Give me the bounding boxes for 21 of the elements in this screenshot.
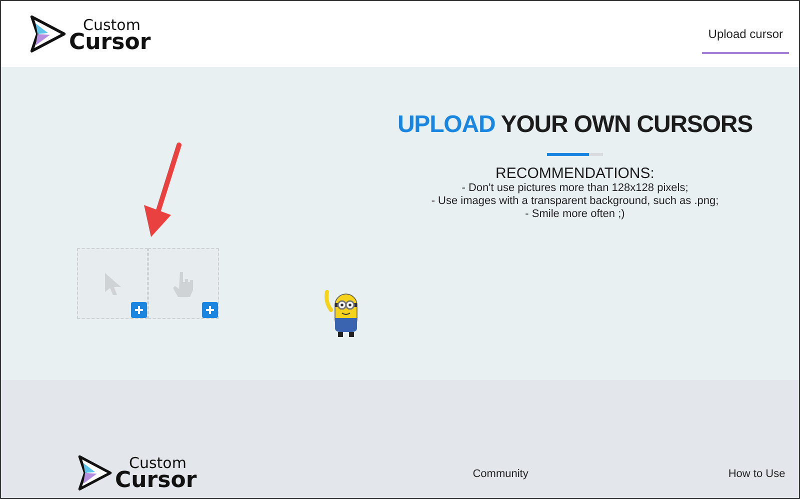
footer-link[interactable]: Community (472, 468, 528, 481)
plus-icon[interactable] (131, 302, 147, 318)
nav-tab[interactable]: Upload cursor (702, 13, 789, 54)
cursor-upload-slot[interactable] (148, 248, 219, 319)
recommendations-heading: RECOMMENDATIONS: (496, 165, 654, 182)
logo-text: Custom (129, 456, 186, 471)
cursor-logo-icon (77, 454, 113, 492)
logo-text: Cursor (115, 470, 197, 492)
pointer-arrow-icon (104, 272, 122, 296)
cursor-upload-slot[interactable] (77, 248, 148, 319)
plus-icon[interactable] (202, 302, 218, 318)
logo-text: Cursor (69, 32, 151, 54)
recommendation-text: - Don't use pictures more than 128x128 pixels; (462, 182, 688, 195)
page-title: UPLOAD YOUR OWN CURSORS (397, 110, 753, 140)
recommendation-text: - Smile more often ;) (525, 208, 625, 221)
footer-link[interactable]: How to Use (728, 468, 786, 481)
cursor-logo-icon (29, 14, 67, 54)
title-underline (547, 153, 603, 156)
recommendation-text: - Use images with a transparent background, such as .png; (431, 195, 719, 208)
logo-text: Custom (83, 18, 140, 33)
hand-pointer-icon (172, 270, 196, 298)
